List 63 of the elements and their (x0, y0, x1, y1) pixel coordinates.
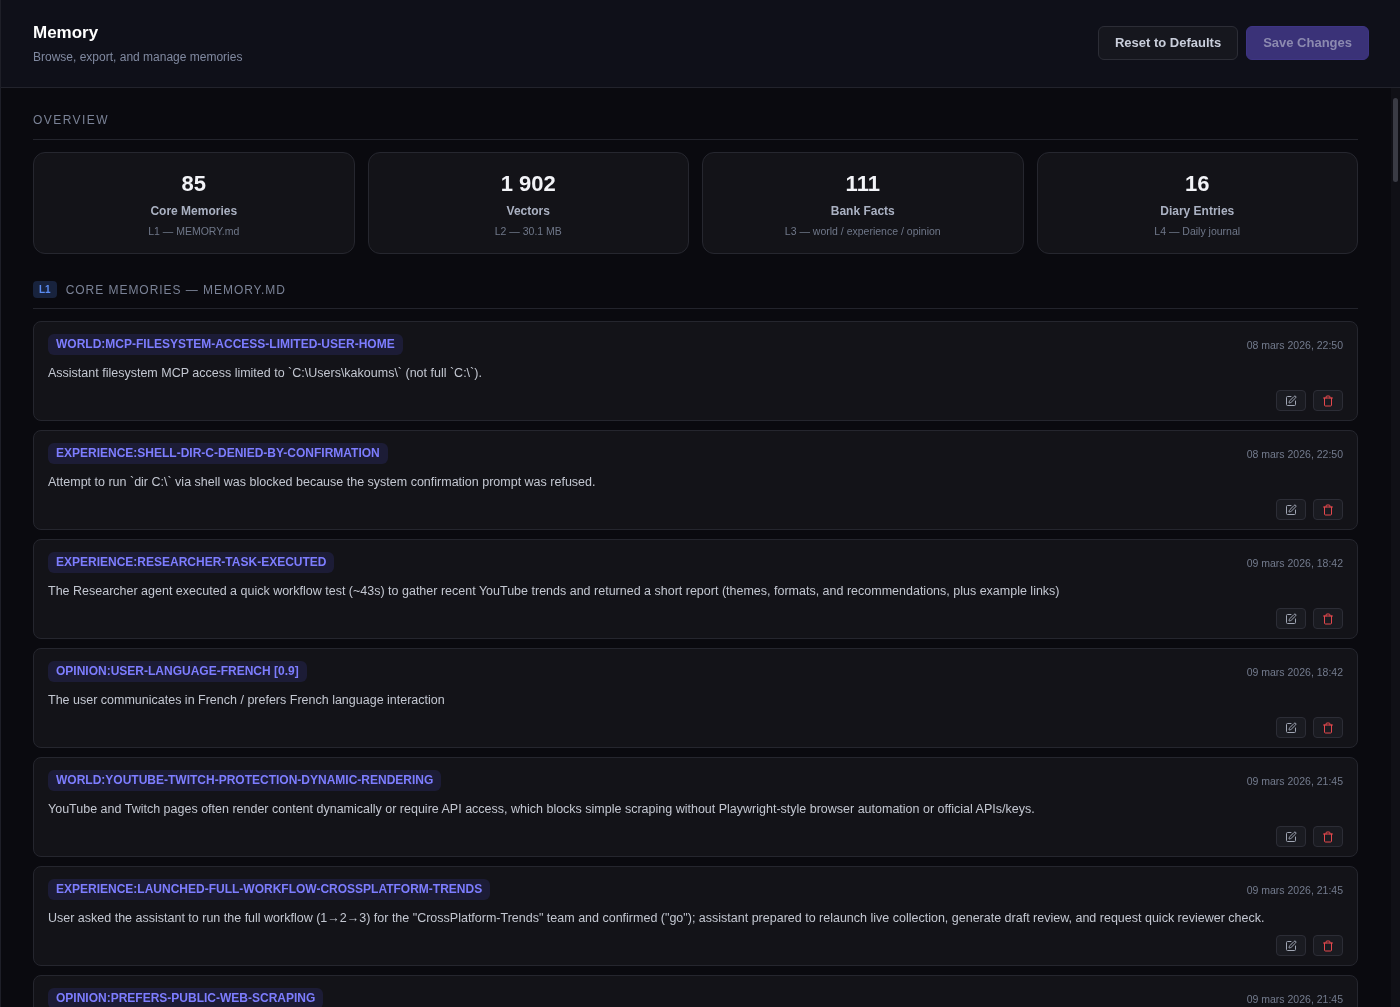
edit-button[interactable] (1276, 608, 1306, 629)
stat-label: Vectors (506, 203, 550, 219)
memory-text: Attempt to run `dir C:\` via shell was blocked because the system confirmation prompt was refused. (48, 474, 597, 491)
delete-button[interactable] (1313, 717, 1343, 738)
edit-button[interactable] (1276, 390, 1306, 411)
stat-value: 85 (181, 170, 206, 198)
delete-button[interactable] (1313, 935, 1343, 956)
trash-icon (1322, 394, 1334, 407)
memory-tag: EXPERIENCE:RESEARCHER-TASK-EXECUTED (48, 552, 335, 573)
edit-icon (1285, 612, 1297, 625)
page-title: Memory (33, 22, 100, 44)
stat-value: 111 (845, 170, 880, 198)
stat-detail: L2 — 30.1 MB (494, 224, 562, 238)
stat-detail: L3 — world / experience / opinion (784, 224, 941, 238)
delete-button[interactable] (1313, 826, 1343, 847)
edit-icon (1285, 830, 1297, 843)
stat-label: Core Memories (150, 203, 238, 219)
edit-icon (1285, 721, 1297, 734)
trash-icon (1322, 503, 1334, 516)
scrollbar[interactable] (1391, 88, 1400, 1007)
edit-icon (1285, 503, 1297, 516)
stat-value: 1 902 (500, 170, 556, 198)
memory-tag: WORLD:YOUTUBE-TWITCH-PROTECTION-DYNAMIC-RENDERING (48, 770, 442, 791)
edit-button[interactable] (1276, 935, 1306, 956)
stat-detail: L1 — MEMORY.md (148, 224, 240, 238)
page-subtitle: Browse, export, and manage memories (33, 49, 243, 65)
stat-label: Diary Entries (1160, 203, 1235, 219)
memory-tag: OPINION:USER-LANGUAGE-FRENCH [0.9] (48, 661, 307, 682)
delete-button[interactable] (1313, 390, 1343, 411)
reset-button[interactable]: Reset to Defaults (1097, 26, 1239, 60)
memory-date: 09 mars 2026, 18:42 (1246, 556, 1343, 570)
memory-tag: WORLD:MCP-FILESYSTEM-ACCESS-LIMITED-USER-HOME (48, 334, 403, 355)
memory-date: 09 mars 2026, 21:45 (1246, 774, 1343, 788)
delete-button[interactable] (1313, 608, 1343, 629)
memory-date: 08 mars 2026, 22:50 (1246, 338, 1343, 352)
memory-text: The Researcher agent executed a quick workflow test (~43s) to gather recent YouTube trends and returned a short report (themes, formats, and recommendations, plus example links) (48, 583, 1061, 600)
level-badge: L1 (33, 281, 57, 298)
edit-button[interactable] (1276, 499, 1306, 520)
trash-icon (1322, 612, 1334, 625)
memory-date: 09 mars 2026, 21:45 (1246, 992, 1343, 1006)
trash-icon (1322, 721, 1334, 734)
memory-text: The user communicates in French / prefers French language interaction (48, 692, 446, 709)
stat-detail: L4 — Daily journal (1154, 224, 1241, 238)
delete-button[interactable] (1313, 499, 1343, 520)
stat-label: Bank Facts (830, 203, 895, 219)
memory-date: 09 mars 2026, 18:42 (1246, 665, 1343, 679)
overview-heading: OVERVIEW (33, 112, 110, 128)
stat-value: 16 (1185, 170, 1210, 198)
memory-text: User asked the assistant to run the full workflow (1→2→3) for the "CrossPlatform-Trends" team and confirmed ("go"); assistant prepared to relaunch live collection, generate draft review, and request quick reviewer check. (48, 910, 1266, 927)
memory-tag: EXPERIENCE:LAUNCHED-FULL-WORKFLOW-CROSSPLATFORM-TRENDS (48, 879, 491, 900)
edit-button[interactable] (1276, 717, 1306, 738)
memory-date: 09 mars 2026, 21:45 (1246, 883, 1343, 897)
memory-date: 08 mars 2026, 22:50 (1246, 447, 1343, 461)
memory-text: Assistant filesystem MCP access limited to `C:\Users\kakoums\` (not full `C:\`). (48, 365, 483, 382)
trash-icon (1322, 830, 1334, 843)
memory-tag: EXPERIENCE:SHELL-DIR-C-DENIED-BY-CONFIRMATION (48, 443, 388, 464)
edit-icon (1285, 939, 1297, 952)
section-heading: CORE MEMORIES — MEMORY.MD (65, 281, 286, 298)
trash-icon (1322, 939, 1334, 952)
edit-button[interactable] (1276, 826, 1306, 847)
edit-icon (1285, 394, 1297, 407)
memory-text: YouTube and Twitch pages often render content dynamically or require API access, which blocks simple scraping without Playwright-style browser automation or official APIs/keys. (48, 801, 1036, 818)
memory-tag: OPINION:PREFERS-PUBLIC-WEB-SCRAPING (48, 988, 324, 1007)
